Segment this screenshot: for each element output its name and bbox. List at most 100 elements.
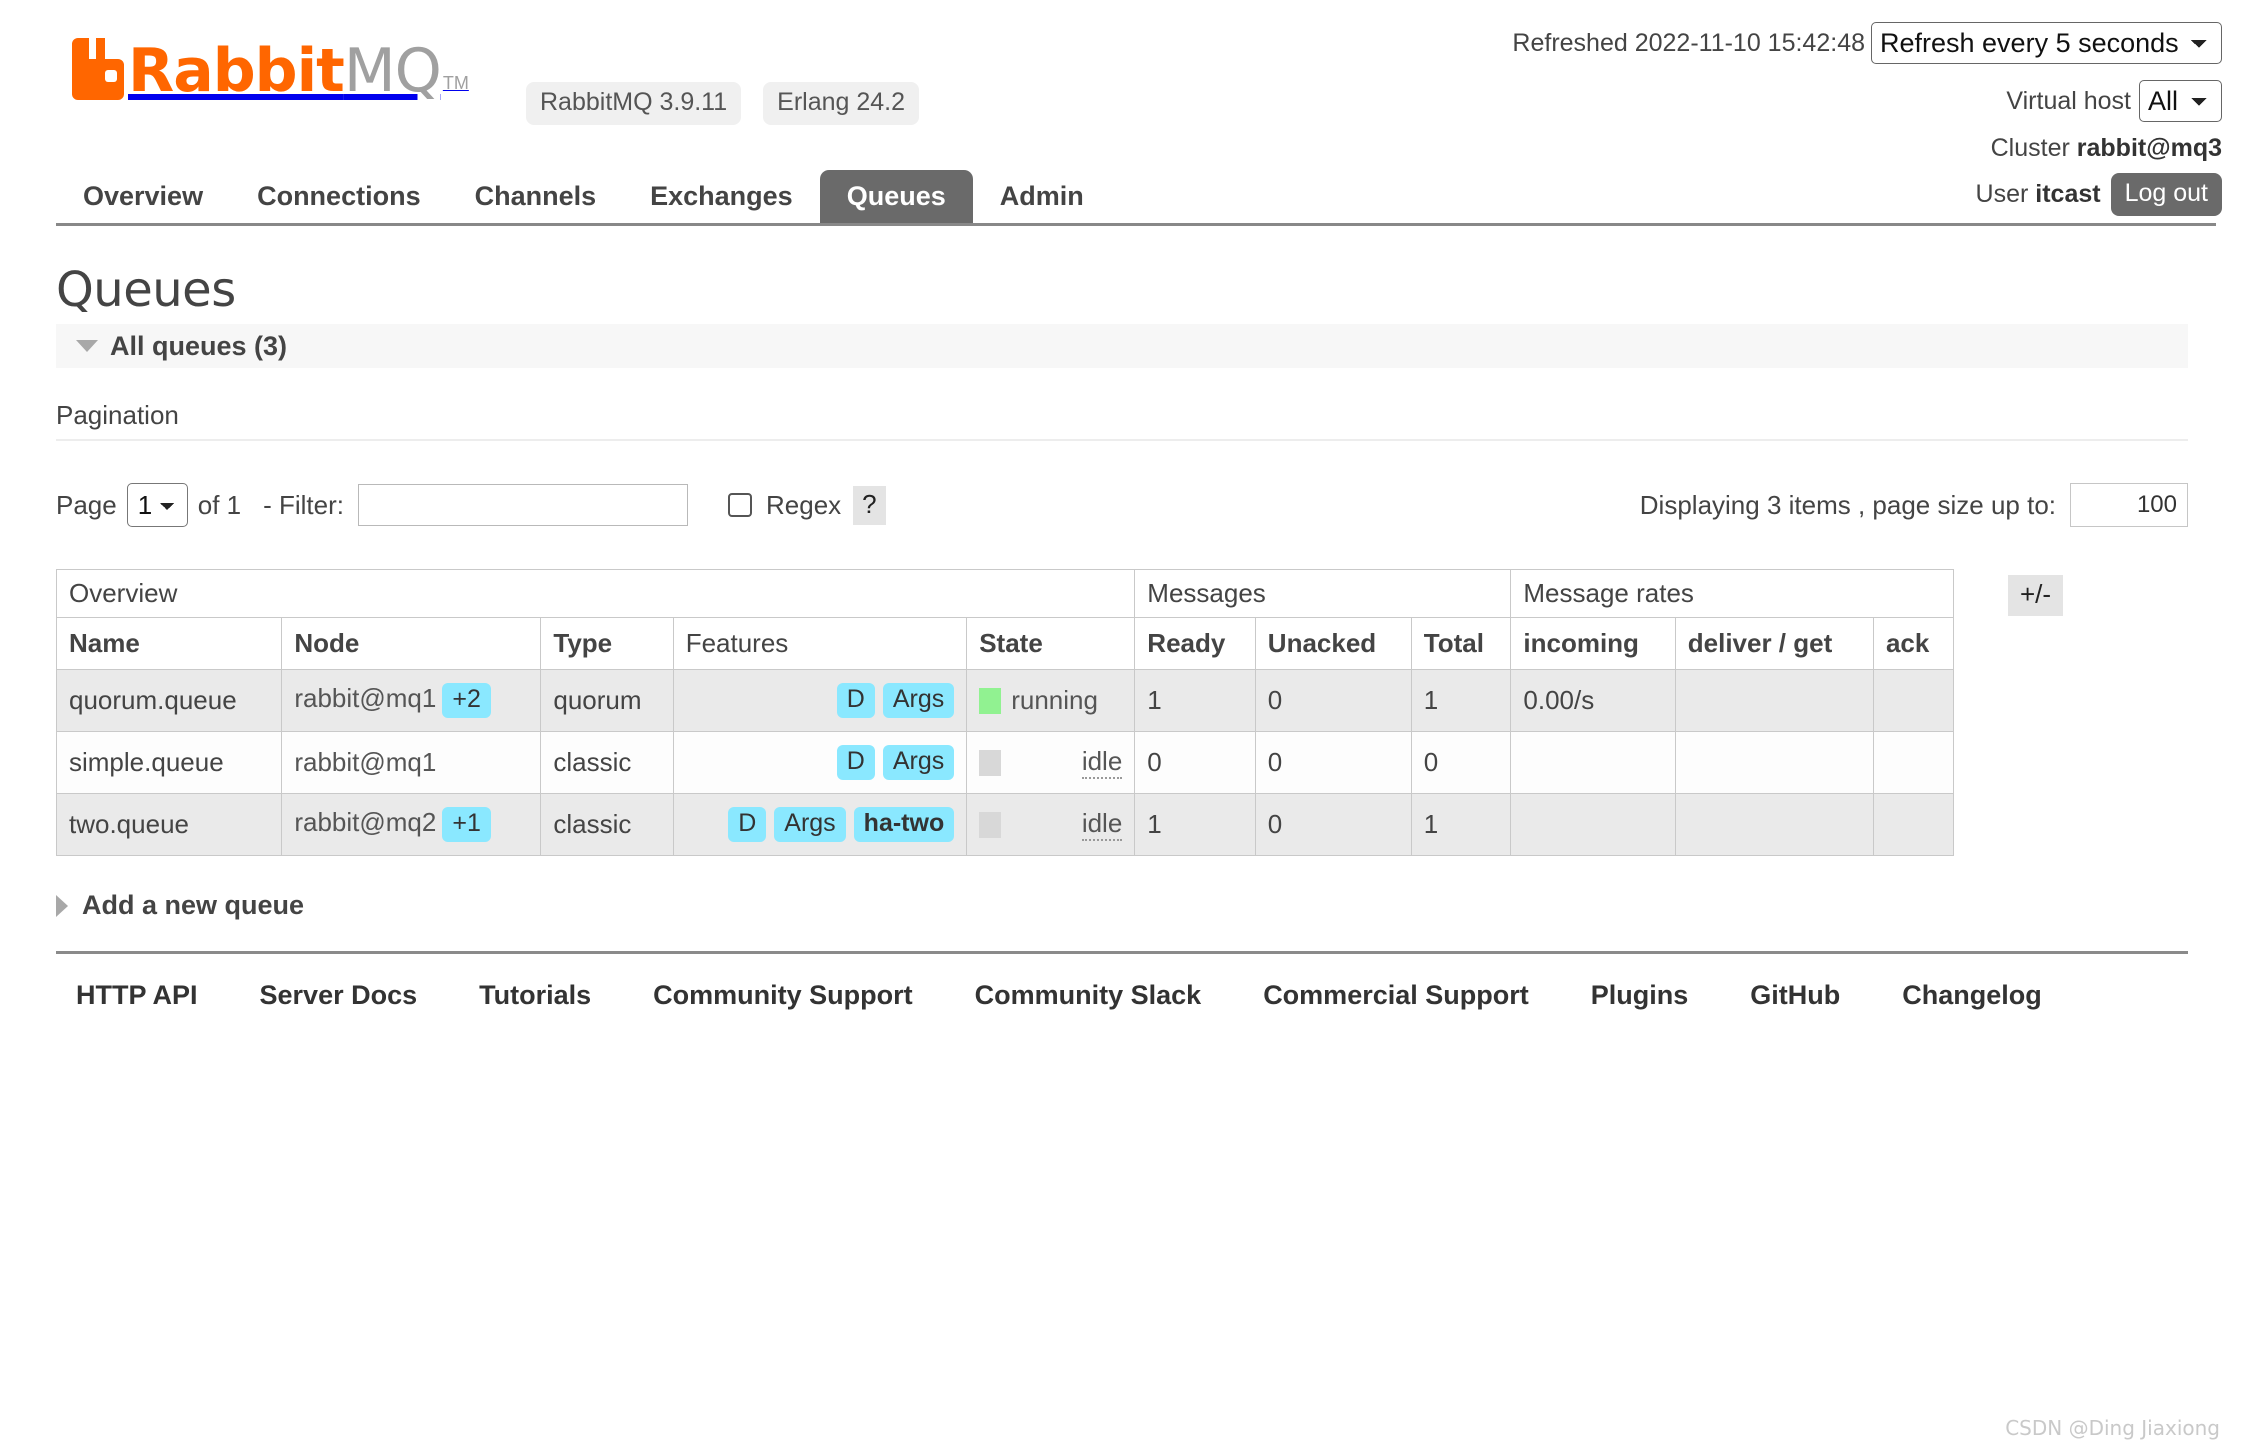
rabbitmq-version-badge: RabbitMQ 3.9.11 <box>526 82 742 125</box>
cell-queue-name[interactable]: quorum.queue <box>55 669 283 732</box>
node-name: rabbit@mq1 <box>294 747 437 777</box>
queues-table-wrap: Overview Messages Message rates Name Nod… <box>55 569 2188 856</box>
rabbitmq-logo[interactable]: RabbitMQ TM <box>72 38 469 101</box>
cell-deliver-get <box>1674 731 1874 794</box>
column-header-state[interactable]: State <box>966 617 1136 670</box>
features-list: D Args <box>686 745 955 780</box>
column-header-ack[interactable]: ack <box>1872 617 1955 670</box>
status-badge: idle <box>979 808 1123 841</box>
nav-tab-list: Overview Connections Channels Exchanges … <box>56 166 1111 224</box>
nav-tab-exchanges[interactable]: Exchanges <box>623 170 820 224</box>
add-new-queue-section[interactable]: Add a new queue <box>56 890 2188 921</box>
page-size-input[interactable] <box>2070 483 2188 527</box>
rabbitmq-logo-icon <box>72 38 124 100</box>
filter-label: - Filter: <box>263 489 344 520</box>
main-content: Queues All queues (3) Pagination Page 1 … <box>0 262 2244 1011</box>
nav-underline <box>56 223 2216 226</box>
displaying-items-text: Displaying 3 items , page size up to: <box>1639 489 2056 520</box>
state-text: running <box>1011 685 1098 715</box>
column-header-unacked[interactable]: Unacked <box>1254 617 1412 670</box>
filter-input[interactable] <box>358 484 688 526</box>
cell-deliver-get <box>1674 793 1874 856</box>
cell-state: running <box>966 669 1136 732</box>
features-list: D Args <box>686 683 955 718</box>
refresh-interval-select[interactable]: Refresh every 5 seconds <box>1871 22 2222 64</box>
cell-deliver-get <box>1674 669 1874 732</box>
nav-tab-connections[interactable]: Connections <box>230 170 448 224</box>
page-number-select[interactable]: 1 <box>126 483 188 527</box>
column-header-name[interactable]: Name <box>55 617 283 670</box>
group-header-message-rates: Message rates <box>1510 569 1954 618</box>
cluster-name: rabbit@mq3 <box>2076 134 2222 162</box>
watermark: CSDN @Ding Jiaxiong <box>2005 1416 2220 1440</box>
table-row[interactable]: quorum.queue rabbit@mq1+2 quorum D Args <box>55 669 1955 732</box>
footer-link-http-api[interactable]: HTTP API <box>76 980 198 1011</box>
column-header-node[interactable]: Node <box>281 617 542 670</box>
footer-link-plugins[interactable]: Plugins <box>1591 980 1689 1011</box>
queues-table: Overview Messages Message rates Name Nod… <box>55 569 1955 856</box>
regex-control: Regex ? <box>728 485 886 525</box>
logo-rabbit-text: Rabbit <box>128 36 345 106</box>
state-text: idle <box>1081 746 1123 779</box>
state-indicator-icon <box>979 687 1002 714</box>
page-label: Page <box>56 489 117 520</box>
cell-features: D Args <box>672 731 968 794</box>
pagination-heading: Pagination <box>56 400 2188 441</box>
vhost-select[interactable]: All <box>2139 80 2222 122</box>
page-count-label: of 1 <box>197 489 242 520</box>
nav-tab-admin[interactable]: Admin <box>973 170 1111 224</box>
feature-durable-badge[interactable]: D <box>728 807 767 842</box>
cell-type: quorum <box>540 669 674 732</box>
footer-link-server-docs[interactable]: Server Docs <box>260 980 418 1011</box>
cell-node: rabbit@mq1 <box>281 731 542 794</box>
all-queues-section-header[interactable]: All queues (3) <box>56 324 2188 368</box>
feature-policy-badge[interactable]: ha-two <box>853 807 955 842</box>
cell-type: classic <box>540 731 674 794</box>
group-header-overview: Overview <box>55 569 1136 618</box>
feature-args-badge[interactable]: Args <box>882 745 955 780</box>
column-header-deliver-get[interactable]: deliver / get <box>1674 617 1874 670</box>
cell-features: D Args <box>672 669 968 732</box>
cell-unacked: 0 <box>1254 731 1412 794</box>
column-header-total[interactable]: Total <box>1410 617 1512 670</box>
pagination-controls: Page 1 of 1 - Filter: Regex ? Displaying… <box>56 475 2188 535</box>
status-badge: idle <box>979 746 1123 779</box>
table-row[interactable]: two.queue rabbit@mq2 +1 classic D Args ha… <box>55 793 1955 856</box>
cell-node: rabbit@mq2 +1 <box>281 793 542 856</box>
toggle-columns-button[interactable]: +/- <box>2008 575 2064 616</box>
table-row[interactable]: simple.queue rabbit@mq1 classic D Args i… <box>55 731 1955 794</box>
regex-help-icon[interactable]: ? <box>853 485 886 525</box>
node-name: rabbit@mq2 <box>294 807 437 837</box>
cell-type: classic <box>540 793 674 856</box>
add-new-queue-label: Add a new queue <box>82 890 305 920</box>
cell-queue-name[interactable]: two.queue <box>55 793 283 856</box>
regex-checkbox[interactable] <box>728 493 752 517</box>
cell-node: rabbit@mq1 +2 <box>281 669 542 732</box>
feature-durable-badge[interactable]: D <box>836 683 875 718</box>
cell-ready: 1 <box>1134 793 1256 856</box>
feature-args-badge[interactable]: Args <box>774 807 846 842</box>
page-header: RabbitMQ TM RabbitMQ 3.9.11 Erlang 24.2 … <box>0 0 2244 238</box>
cell-queue-name[interactable]: simple.queue <box>55 731 283 794</box>
displaying-controls: Displaying 3 items , page size up to: <box>1640 483 2188 527</box>
footer-link-github[interactable]: GitHub <box>1750 980 1840 1011</box>
footer-link-community-support[interactable]: Community Support <box>653 980 912 1011</box>
column-header-ready[interactable]: Ready <box>1134 617 1256 670</box>
feature-args-badge[interactable]: Args <box>882 683 955 718</box>
all-queues-label: All queues (3) <box>110 330 288 361</box>
feature-durable-badge[interactable]: D <box>836 745 875 780</box>
footer-link-commercial-support[interactable]: Commercial Support <box>1263 980 1529 1011</box>
column-header-type[interactable]: Type <box>540 617 674 670</box>
footer-link-tutorials[interactable]: Tutorials <box>479 980 591 1011</box>
column-header-features: Features <box>672 617 968 670</box>
regex-label: Regex <box>766 489 842 520</box>
nav-tab-queues[interactable]: Queues <box>819 170 973 224</box>
trademark-label: TM <box>442 73 469 93</box>
nav-tab-overview[interactable]: Overview <box>56 170 230 224</box>
footer-link-changelog[interactable]: Changelog <box>1902 980 2042 1011</box>
nav-tab-channels[interactable]: Channels <box>448 170 624 224</box>
cell-incoming: 0.00/s <box>1510 669 1676 732</box>
column-header-incoming[interactable]: incoming <box>1510 617 1676 670</box>
state-text: idle <box>1081 808 1123 841</box>
footer-link-community-slack[interactable]: Community Slack <box>975 980 1202 1011</box>
